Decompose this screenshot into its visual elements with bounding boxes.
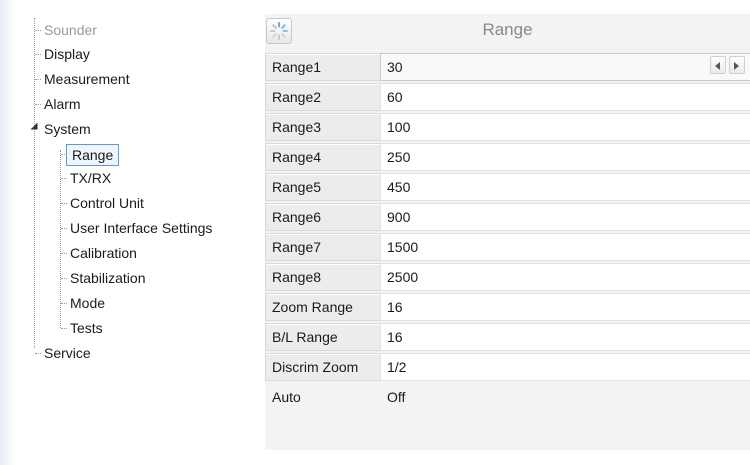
tree-item-stabilization[interactable]: Stabilization: [66, 266, 150, 290]
panel-title: Range: [482, 20, 533, 39]
tree-item-alarm[interactable]: Alarm: [40, 92, 85, 116]
row-value[interactable]: 100: [380, 113, 750, 141]
row-label: Range5: [265, 173, 386, 201]
tree-item-user-interface-settings[interactable]: User Interface Settings: [66, 216, 216, 240]
tree-item-label: System: [44, 121, 91, 137]
tree-item-sounder[interactable]: Sounder: [40, 18, 101, 42]
table-row: Range5 450: [265, 172, 750, 202]
row-label: Range4: [265, 143, 386, 171]
tree-item-tests[interactable]: Tests: [66, 316, 107, 340]
row-value[interactable]: 450: [380, 173, 750, 201]
table-row: Range6 900: [265, 202, 750, 232]
row-label: Range2: [265, 83, 386, 111]
table-row: Range3 100: [265, 112, 750, 142]
tree-item-label: Sounder: [44, 22, 97, 38]
tree-item-system[interactable]: System: [40, 117, 95, 141]
row-label: Discrim Zoom: [265, 353, 386, 381]
settings-tree: Sounder Display Measurement Alarm System…: [20, 12, 255, 452]
tree-item-control-unit[interactable]: Control Unit: [66, 191, 148, 215]
row-value[interactable]: 16: [380, 323, 750, 351]
tree-item-measurement[interactable]: Measurement: [40, 67, 134, 91]
row-label: Auto: [265, 383, 386, 411]
increment-button[interactable]: [729, 56, 745, 74]
row-label: Range1: [265, 53, 386, 81]
tree-item-label: User Interface Settings: [70, 220, 213, 236]
tree-item-label: Measurement: [44, 71, 130, 87]
tree-item-label: Alarm: [44, 96, 81, 112]
tree-item-label: Service: [44, 345, 91, 361]
tree-item-label: Calibration: [70, 245, 137, 261]
row-label: B/L Range: [265, 323, 386, 351]
table-row: Auto Off: [265, 382, 750, 412]
tree-item-label: Display: [44, 46, 90, 62]
range-settings-panel: Range Range1 30 Range2 60 Range3 100 Ran…: [265, 14, 750, 450]
table-row: B/L Range 16: [265, 322, 750, 352]
tree-item-label: Control Unit: [70, 195, 144, 211]
row-value[interactable]: 900: [380, 203, 750, 231]
row-value[interactable]: 2500: [380, 263, 750, 291]
tree-item-display[interactable]: Display: [40, 42, 94, 66]
table-row: Range4 250: [265, 142, 750, 172]
row-value[interactable]: 250: [380, 143, 750, 171]
row-label: Range7: [265, 233, 386, 261]
table-row: Zoom Range 16: [265, 292, 750, 322]
tree-connector-system: [60, 150, 61, 328]
row-label: Range3: [265, 113, 386, 141]
row-label: Range6: [265, 203, 386, 231]
tree-item-label: Mode: [70, 295, 106, 311]
table-row: Range8 2500: [265, 262, 750, 292]
tree-item-range[interactable]: Range: [66, 143, 120, 167]
tree-connector-root: [34, 18, 35, 348]
row-label: Range8: [265, 263, 386, 291]
table-row: Range2 60: [265, 82, 750, 112]
collapse-arrow-icon[interactable]: [30, 122, 38, 130]
row-value[interactable]: 16: [380, 293, 750, 321]
tree-item-label: Range: [66, 144, 120, 166]
tree-item-label: Tests: [70, 320, 103, 336]
tree-item-mode[interactable]: Mode: [66, 291, 109, 315]
table-row: Discrim Zoom 1/2: [265, 352, 750, 382]
tree-item-label: Stabilization: [70, 270, 146, 286]
tree-item-txrx[interactable]: TX/RX: [66, 166, 115, 190]
decrement-button[interactable]: [710, 56, 726, 74]
row-value[interactable]: 1500: [380, 233, 750, 261]
tree-item-label: TX/RX: [70, 170, 112, 186]
table-row: Range1 30: [265, 52, 750, 82]
panel-header: Range: [265, 14, 750, 46]
row-value-input[interactable]: 30: [380, 53, 750, 81]
table-row: Range7 1500: [265, 232, 750, 262]
window-left-edge: [0, 0, 14, 465]
row-label: Zoom Range: [265, 293, 386, 321]
tree-item-service[interactable]: Service: [40, 341, 95, 365]
settings-table: Range1 30 Range2 60 Range3 100 Range4 25…: [265, 52, 750, 412]
tree-item-calibration[interactable]: Calibration: [66, 241, 141, 265]
row-value[interactable]: Off: [380, 383, 750, 411]
row-value[interactable]: 1/2: [380, 353, 750, 381]
row-value[interactable]: 60: [380, 83, 750, 111]
